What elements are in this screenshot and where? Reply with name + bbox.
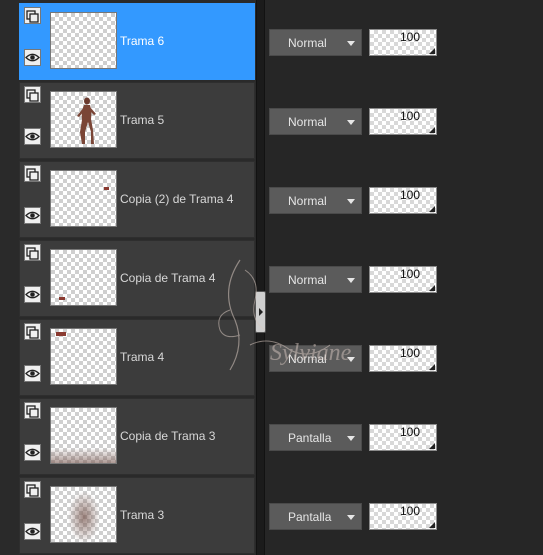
layer-name: Copia de Trama 4 [120, 271, 216, 285]
blend-mode-select[interactable]: Normal [269, 187, 362, 214]
blend-mode-select[interactable]: Pantalla [269, 503, 362, 530]
layer-row-trama-6[interactable]: Trama 6 [19, 3, 255, 80]
opacity-field[interactable]: 100 [369, 29, 437, 56]
opacity-field[interactable]: 100 [369, 503, 437, 530]
layer-name: Trama 5 [120, 113, 165, 127]
chevron-down-icon [347, 515, 355, 520]
visibility-eye-icon[interactable] [24, 365, 41, 382]
lock-layer-icon[interactable] [24, 165, 41, 182]
layer-row-trama-4[interactable]: Trama 4 [19, 319, 255, 396]
opacity-value: 100 [399, 504, 420, 518]
lock-layer-icon[interactable] [24, 481, 41, 498]
opacity-field[interactable]: 100 [369, 187, 437, 214]
blend-mode-value: Pantalla [288, 431, 332, 445]
layer-name: Copia (2) de Trama 4 [120, 192, 234, 206]
blend-mode-value: Normal [288, 352, 327, 366]
blend-mode-select[interactable]: Normal [269, 108, 362, 135]
blend-mode-value: Normal [288, 273, 327, 287]
layer-thumbnail [50, 486, 117, 543]
lock-layer-icon[interactable] [24, 7, 41, 24]
lock-layer-icon[interactable] [24, 244, 41, 261]
opacity-field[interactable]: 100 [369, 108, 437, 135]
visibility-eye-icon[interactable] [24, 49, 41, 66]
visibility-eye-icon[interactable] [24, 286, 41, 303]
opacity-value: 100 [399, 188, 420, 202]
visibility-eye-icon[interactable] [24, 444, 41, 461]
layer-row-copia-de-trama-4[interactable]: Copia de Trama 4 [19, 240, 255, 317]
blend-mode-value: Normal [288, 115, 327, 129]
blend-mode-value: Pantalla [288, 510, 332, 524]
chevron-down-icon [347, 278, 355, 283]
layer-name: Trama 4 [120, 350, 165, 364]
visibility-eye-icon[interactable] [24, 523, 41, 540]
layer-row-copia-2-de-trama-4[interactable]: Copia (2) de Trama 4 [19, 161, 255, 238]
opacity-value: 100 [399, 267, 420, 281]
chevron-down-icon [347, 41, 355, 46]
layer-name: Trama 6 [120, 34, 165, 48]
layer-thumbnail [50, 328, 117, 385]
chevron-down-icon [347, 357, 355, 362]
collapse-panel-handle[interactable] [255, 291, 266, 333]
blend-mode-select[interactable]: Normal [269, 266, 362, 293]
layer-row-trama-3[interactable]: Trama 3 [19, 477, 255, 554]
layer-thumbnail [50, 407, 117, 464]
layer-thumbnail [50, 12, 117, 69]
layer-thumbnail [50, 170, 117, 227]
chevron-down-icon [347, 436, 355, 441]
layer-thumbnail [50, 91, 117, 148]
opacity-field[interactable]: 100 [369, 345, 437, 372]
layer-name: Trama 3 [120, 508, 165, 522]
layer-name: Copia de Trama 3 [120, 429, 216, 443]
lock-layer-icon[interactable] [24, 402, 41, 419]
visibility-eye-icon[interactable] [24, 207, 41, 224]
opacity-value: 100 [399, 109, 420, 123]
opacity-field[interactable]: 100 [369, 424, 437, 451]
chevron-down-icon [347, 120, 355, 125]
opacity-value: 100 [399, 30, 420, 44]
visibility-eye-icon[interactable] [24, 128, 41, 145]
layer-row-copia-de-trama-3[interactable]: Copia de Trama 3 [19, 398, 255, 475]
chevron-down-icon [347, 199, 355, 204]
opacity-field[interactable]: 100 [369, 266, 437, 293]
blend-mode-select[interactable]: Normal [269, 345, 362, 372]
lock-layer-icon[interactable] [24, 86, 41, 103]
layer-thumbnail [50, 249, 117, 306]
opacity-value: 100 [399, 425, 420, 439]
blend-mode-value: Normal [288, 194, 327, 208]
blend-mode-value: Normal [288, 36, 327, 50]
layers-panel: Trama 6 Trama 5 Copia (2) de Trama 4 Cop… [0, 0, 543, 555]
opacity-value: 100 [399, 346, 420, 360]
layer-row-trama-5[interactable]: Trama 5 [19, 82, 255, 159]
lock-layer-icon[interactable] [24, 323, 41, 340]
blend-mode-select[interactable]: Normal [269, 29, 362, 56]
blend-mode-select[interactable]: Pantalla [269, 424, 362, 451]
panel-splitter[interactable] [256, 0, 265, 555]
